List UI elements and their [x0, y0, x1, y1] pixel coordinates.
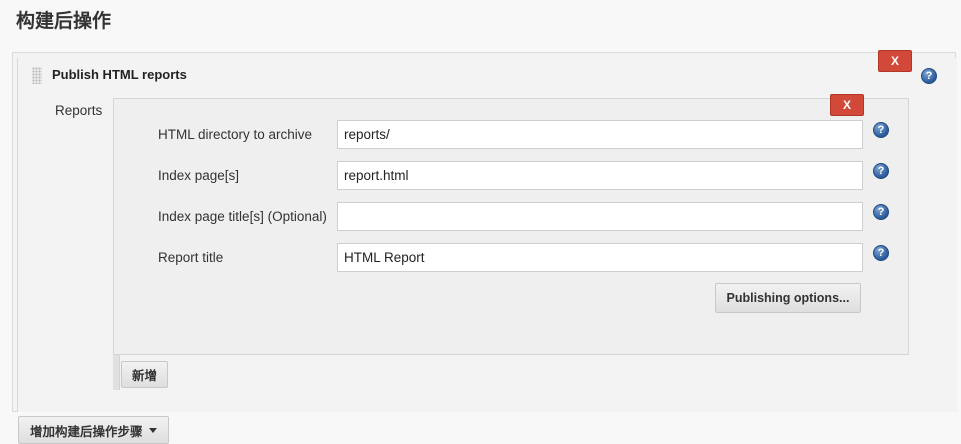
html-directory-input[interactable]	[337, 120, 863, 149]
index-page-titles-label: Index page title[s] (Optional)	[158, 209, 327, 224]
html-directory-label: HTML directory to archive	[158, 127, 313, 142]
grip-handle-icon[interactable]	[32, 67, 42, 84]
add-report-button[interactable]: 新增	[121, 361, 168, 388]
dropdown-caret-icon	[148, 427, 157, 433]
publishing-options-button[interactable]: Publishing options...	[715, 283, 861, 313]
step-title: Publish HTML reports	[52, 67, 187, 82]
delete-report-button[interactable]: X	[830, 94, 864, 116]
delete-step-button[interactable]: X	[878, 50, 912, 72]
help-icon[interactable]: ?	[873, 245, 889, 261]
section-title: 构建后操作	[16, 10, 112, 32]
add-post-build-step-button[interactable]: 增加构建后操作步骤	[18, 416, 169, 444]
reports-label: Reports	[55, 103, 103, 118]
help-icon[interactable]: ?	[921, 68, 937, 84]
add-post-build-step-label: 增加构建后操作步骤	[30, 423, 143, 439]
index-pages-input[interactable]	[337, 161, 863, 190]
help-icon[interactable]: ?	[873, 122, 889, 138]
report-title-input[interactable]	[337, 243, 863, 272]
index-page-titles-input[interactable]	[337, 202, 863, 231]
report-title-label: Report title	[158, 250, 224, 265]
help-icon[interactable]: ?	[873, 204, 889, 220]
help-icon[interactable]: ?	[873, 163, 889, 179]
index-pages-label: Index page[s]	[158, 168, 240, 183]
post-build-page: 构建后操作 Publish HTML reports X ? Reports X…	[0, 0, 961, 444]
